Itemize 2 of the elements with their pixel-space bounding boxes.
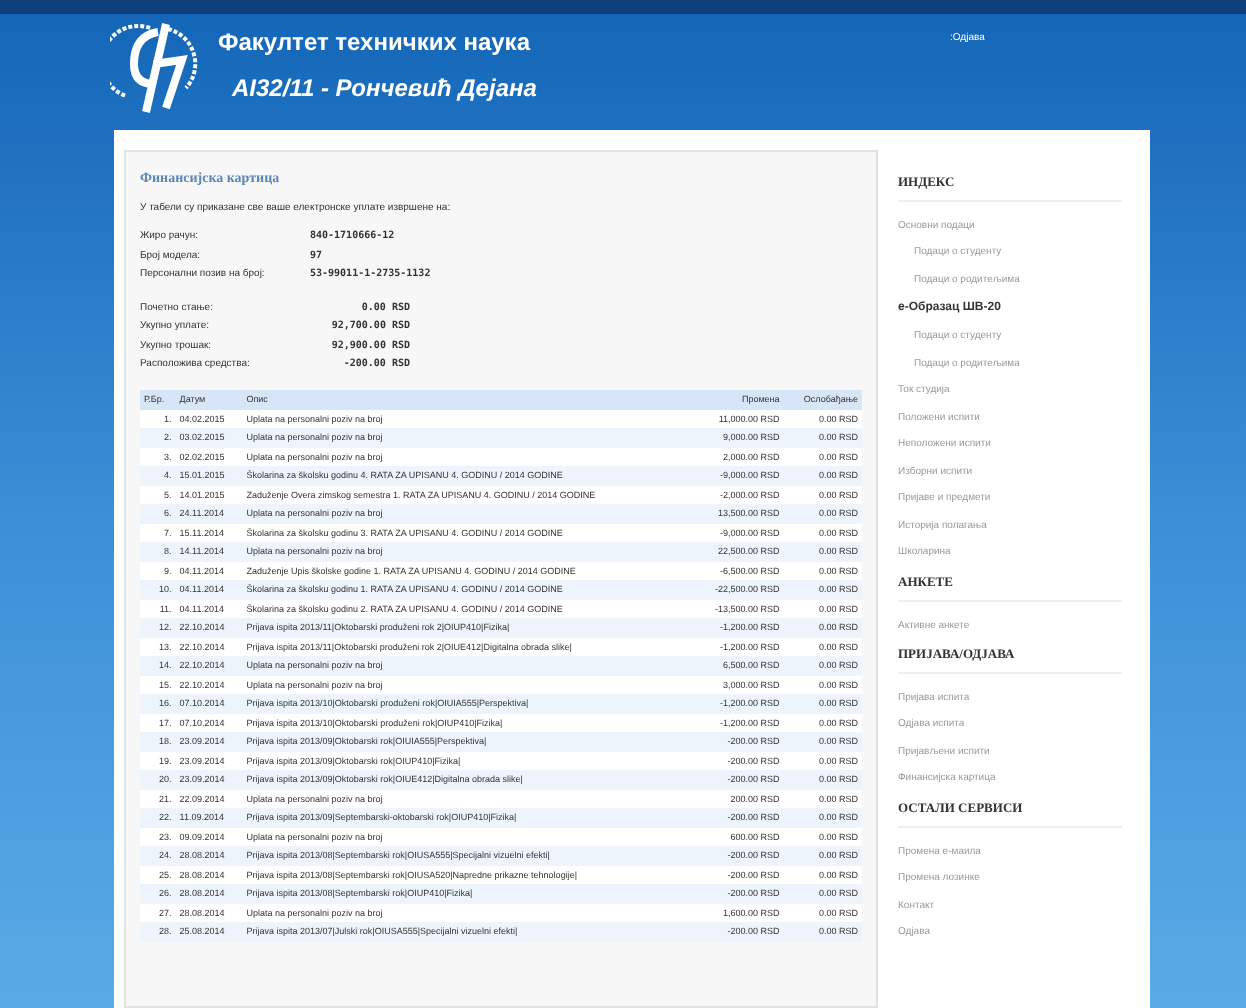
- student-name: AI32/11 - Рончевић Дејана: [232, 72, 539, 106]
- faculty-title: Факултет техничких наука: [218, 26, 533, 60]
